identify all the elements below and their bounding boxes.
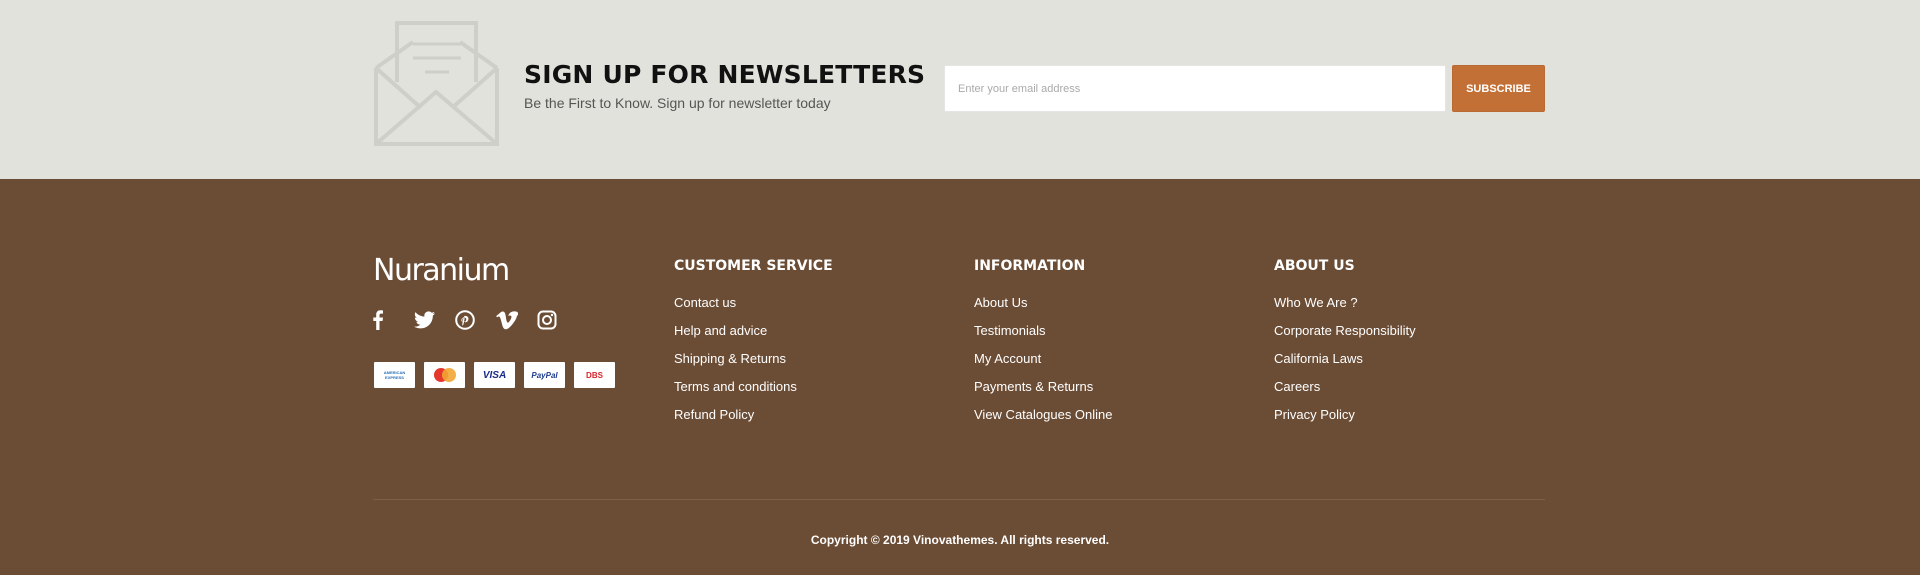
newsletter-subtitle: Be the First to Know. Sign up for newsle… <box>524 95 831 111</box>
mastercard-card <box>424 362 465 388</box>
visa-label: VISA <box>482 369 507 381</box>
footer-link-testimonials[interactable]: Testimonials <box>974 324 1113 352</box>
pinterest-icon[interactable] <box>455 309 496 331</box>
facebook-icon[interactable] <box>373 309 414 331</box>
footer-link-who-we-are[interactable]: Who We Are ? <box>1274 296 1416 324</box>
instagram-icon[interactable] <box>537 309 578 331</box>
footer-link-my-account[interactable]: My Account <box>974 352 1113 380</box>
footer-divider <box>373 499 1545 500</box>
email-input[interactable] <box>944 65 1446 112</box>
newsletter-title: SIGN UP FOR NEWSLETTERS <box>524 60 926 89</box>
footer-link-refund-policy[interactable]: Refund Policy <box>674 408 833 436</box>
footer-link-privacy-policy[interactable]: Privacy Policy <box>1274 408 1416 436</box>
newsletter-text: SIGN UP FOR NEWSLETTERS Be the First to … <box>524 60 925 111</box>
information-column: INFORMATION About Us Testimonials My Acc… <box>974 258 1113 436</box>
footer-link-california-laws[interactable]: California Laws <box>1274 352 1416 380</box>
mastercard-icon <box>433 368 456 382</box>
footer: Nuranium AMERICAN EXPRESS VISA PayPal DB… <box>0 179 1920 575</box>
footer-link-terms-conditions[interactable]: Terms and conditions <box>674 380 833 408</box>
footer-link-view-catalogues[interactable]: View Catalogues Online <box>974 408 1113 436</box>
paypal-card: PayPal <box>524 362 565 388</box>
newsletter-section: SIGN UP FOR NEWSLETTERS Be the First to … <box>0 0 1920 179</box>
about-us-column: ABOUT US Who We Are ? Corporate Responsi… <box>1274 258 1416 436</box>
footer-link-shipping-returns[interactable]: Shipping & Returns <box>674 352 833 380</box>
amex-label: AMERICAN EXPRESS <box>383 370 406 380</box>
american-express-card: AMERICAN EXPRESS <box>374 362 415 388</box>
footer-link-corporate-responsibility[interactable]: Corporate Responsibility <box>1274 324 1416 352</box>
visa-card: VISA <box>474 362 515 388</box>
paypal-label: PayPal <box>531 370 558 380</box>
footer-link-help-and-advice[interactable]: Help and advice <box>674 324 833 352</box>
vimeo-icon[interactable] <box>496 309 537 331</box>
twitter-icon[interactable] <box>414 309 455 331</box>
payment-methods: AMERICAN EXPRESS VISA PayPal DBS <box>374 362 615 388</box>
footer-link-contact-us[interactable]: Contact us <box>674 296 833 324</box>
envelope-icon <box>374 21 499 146</box>
subscribe-button[interactable]: SUBSCRIBE <box>1452 65 1545 112</box>
dbs-label: DBS <box>586 370 603 380</box>
column-title: CUSTOMER SERVICE <box>674 258 833 274</box>
social-links <box>373 309 578 331</box>
copyright-text: Copyright © 2019 Vinovathemes. All right… <box>810 533 1110 547</box>
customer-service-column: CUSTOMER SERVICE Contact us Help and adv… <box>674 258 833 436</box>
footer-link-payments-returns[interactable]: Payments & Returns <box>974 380 1113 408</box>
column-title: ABOUT US <box>1274 258 1355 274</box>
brand-logo[interactable]: Nuranium <box>373 253 510 288</box>
footer-link-careers[interactable]: Careers <box>1274 380 1416 408</box>
footer-link-about-us[interactable]: About Us <box>974 296 1113 324</box>
dbs-card: DBS <box>574 362 615 388</box>
column-title: INFORMATION <box>974 258 1086 274</box>
